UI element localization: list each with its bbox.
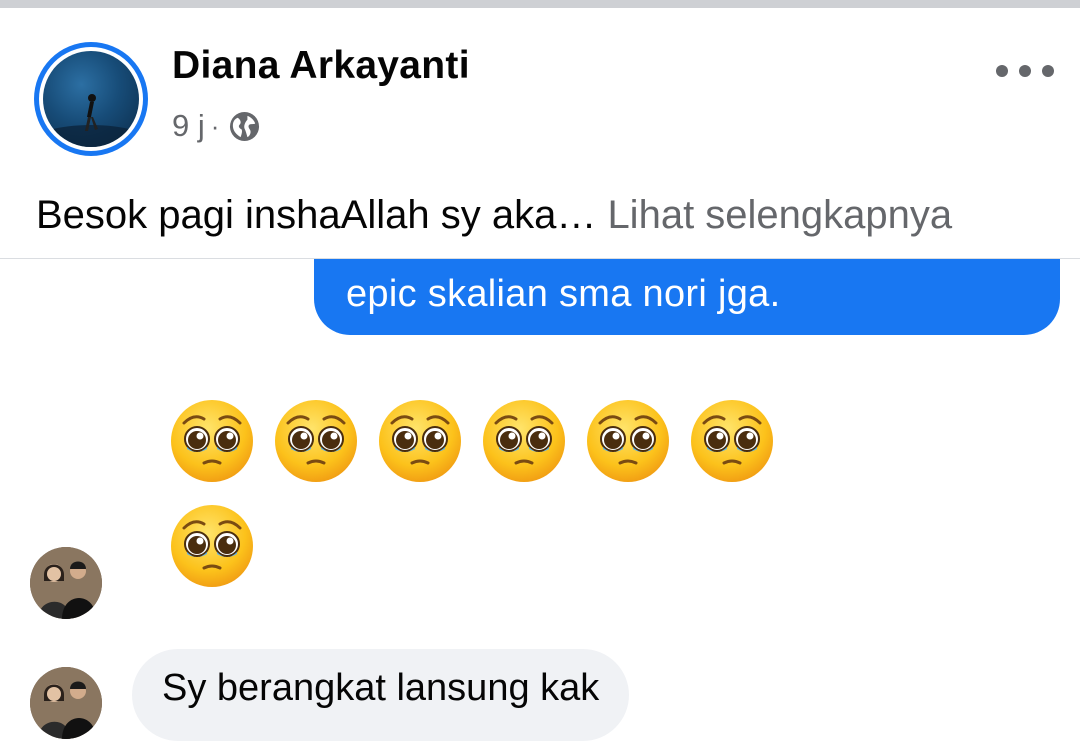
globe-icon[interactable] <box>229 111 260 142</box>
post-time[interactable]: 9 j <box>172 108 205 144</box>
contact-avatar[interactable] <box>30 547 102 619</box>
pleading-face-emoji <box>688 397 776 485</box>
more-options-icon[interactable] <box>996 54 1054 88</box>
pleading-face-emoji <box>272 397 360 485</box>
author-name[interactable]: Diana Arkayanti <box>172 44 470 88</box>
pleading-face-emoji <box>376 397 464 485</box>
chat-screenshot: epic skalian sma nori jga. Sy berangkat … <box>0 258 1080 746</box>
see-more-link[interactable]: Lihat selengkapnya <box>607 193 952 237</box>
avatar-photo <box>43 51 139 147</box>
author-avatar[interactable] <box>34 42 148 156</box>
pleading-face-emoji <box>168 502 256 590</box>
post-text-body: Besok pagi inshaAllah sy aka… <box>36 193 597 237</box>
emoji-row <box>168 397 792 485</box>
emoji-row <box>168 502 272 590</box>
pleading-face-emoji <box>480 397 568 485</box>
contact-avatar[interactable] <box>30 667 102 739</box>
outgoing-message: epic skalian sma nori jga. <box>314 259 1060 335</box>
post-text: Besok pagi inshaAllah sy aka… Lihat sele… <box>36 193 952 238</box>
post-header: Diana Arkayanti 9 j · Besok pagi inshaAl… <box>0 8 1080 258</box>
facebook-post: Diana Arkayanti 9 j · Besok pagi inshaAl… <box>0 0 1080 746</box>
post-meta: 9 j · <box>172 108 260 144</box>
pleading-face-emoji <box>168 397 256 485</box>
meta-separator: · <box>210 110 220 141</box>
feed-divider <box>0 0 1080 8</box>
incoming-message: Sy berangkat lansung kak <box>132 649 630 741</box>
pleading-face-emoji <box>584 397 672 485</box>
